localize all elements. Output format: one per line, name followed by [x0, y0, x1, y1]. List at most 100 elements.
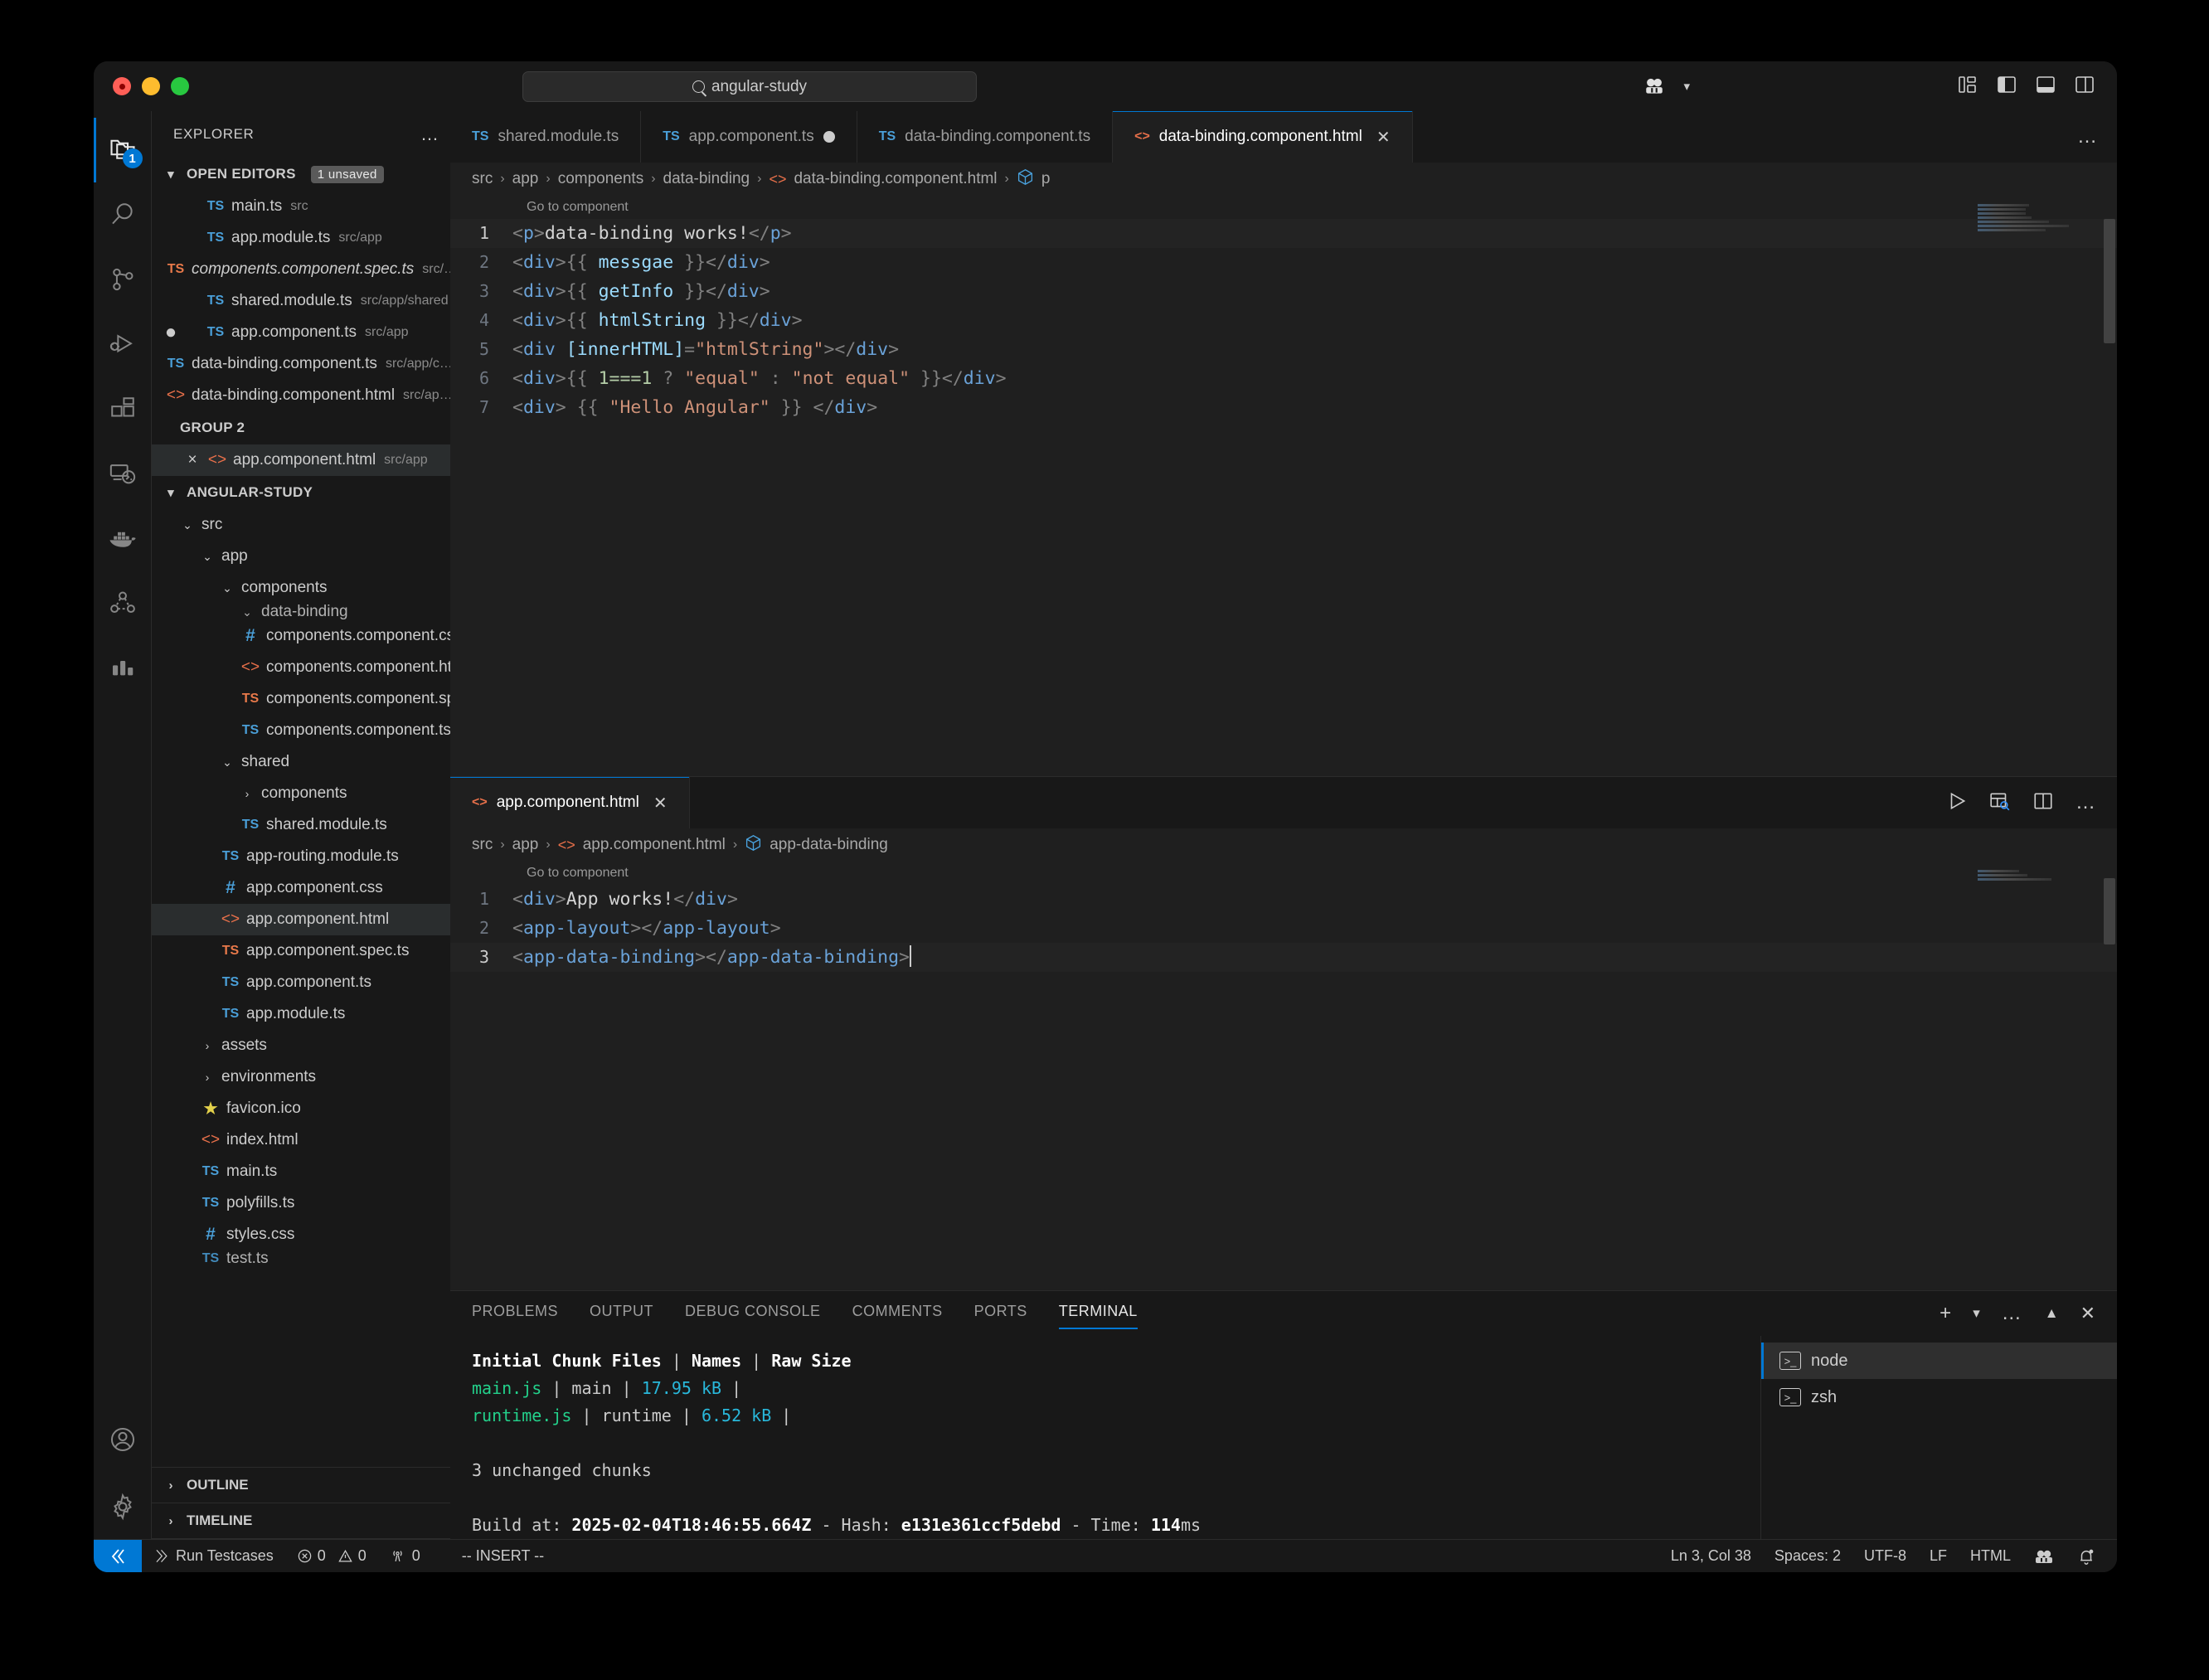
tree-folder-item[interactable]: › assets [152, 1030, 450, 1061]
tab-comments[interactable]: COMMENTS [852, 1291, 943, 1336]
breadcrumb-item[interactable]: app [512, 170, 539, 188]
breadcrumb-item[interactable]: src [472, 170, 493, 188]
split-editor-icon[interactable] [2032, 790, 2054, 816]
status-notifications[interactable] [2066, 1547, 2117, 1566]
maximize-window-button[interactable] [171, 77, 189, 95]
code-editor-1[interactable]: Go to component 1 <p>data-binding works!<… [450, 196, 2117, 776]
terminal-list-item[interactable]: >_ node [1761, 1343, 2117, 1379]
sidebar-item-run-and-debug[interactable] [94, 312, 152, 376]
status-indentation[interactable]: Spaces: 2 [1763, 1547, 1852, 1565]
tree-file-item[interactable]: TS app.component.ts [152, 967, 450, 998]
tree-file-item[interactable]: # app.component.css [152, 872, 450, 904]
minimize-window-button[interactable] [142, 77, 160, 95]
toggle-secondary-sidebar-icon[interactable] [2074, 75, 2095, 98]
status-eol[interactable]: LF [1918, 1547, 1959, 1565]
editor-tab[interactable]: <> app.component.html ✕ [450, 777, 690, 828]
list-item[interactable]: TS main.ts src [152, 191, 450, 222]
tab-debug-console[interactable]: DEBUG CONSOLE [685, 1291, 821, 1336]
status-run-testcases[interactable]: Run Testcases [142, 1547, 285, 1565]
sidebar-item-accounts[interactable] [94, 1410, 152, 1474]
tree-file-item[interactable]: ★ favicon.ico [152, 1093, 450, 1124]
sidebar-item-settings[interactable] [94, 1474, 152, 1539]
tree-file-item[interactable]: <> app.component.html [152, 904, 450, 935]
breadcrumb-item[interactable]: app [512, 836, 539, 854]
breadcrumb-item[interactable]: src [472, 836, 493, 854]
terminal-output[interactable]: Initial Chunk Files | Names | Raw Size ma… [450, 1336, 1760, 1539]
toggle-panel-icon[interactable] [2035, 75, 2056, 98]
status-problems[interactable]: 0 0 [285, 1547, 378, 1565]
close-icon[interactable]: ✕ [653, 793, 668, 813]
sidebar-section-outline[interactable]: › OUTLINE [152, 1468, 450, 1503]
breadcrumb-item[interactable]: components [558, 170, 644, 188]
editor-tab[interactable]: TS data-binding.component.ts [857, 111, 1114, 163]
editor-scrollbar-1[interactable] [2104, 219, 2115, 343]
sidebar-section-timeline[interactable]: › TIMELINE [152, 1503, 450, 1539]
sidebar-item-docker[interactable] [94, 506, 152, 571]
close-editor-icon[interactable]: × [182, 451, 203, 469]
codelens-2[interactable]: Go to component [450, 862, 2117, 885]
chevron-down-icon[interactable]: ▾ [1973, 1305, 1980, 1322]
sidebar-more-actions-icon[interactable]: … [420, 124, 440, 145]
sidebar-item-search[interactable] [94, 182, 152, 247]
sidebar-item-charts[interactable] [94, 635, 152, 700]
list-item[interactable]: TS app.module.ts src/app [152, 222, 450, 254]
tree-folder-item[interactable]: ⌄ shared [152, 746, 450, 778]
open-preview-icon[interactable] [1989, 790, 2011, 816]
sidebar-item-source-control[interactable] [94, 247, 152, 312]
sidebar-item-explorer[interactable]: 1 [94, 118, 152, 182]
toggle-primary-sidebar-icon[interactable] [1996, 75, 2017, 98]
status-language-mode[interactable]: HTML [1959, 1547, 2022, 1565]
tree-file-item[interactable]: <> components.component.html [152, 652, 450, 683]
tree-file-item[interactable]: TS components.component.spec.ts [152, 683, 450, 715]
customize-layout-icon[interactable] [1957, 75, 1978, 98]
close-panel-icon[interactable]: ✕ [2080, 1303, 2095, 1324]
codelens-1[interactable]: Go to component [450, 196, 2117, 219]
sidebar-item-dependency-graph[interactable] [94, 571, 152, 635]
more-actions-icon[interactable]: … [2002, 1302, 2023, 1325]
status-cursor-position[interactable]: Ln 3, Col 38 [1659, 1547, 1763, 1565]
tree-file-item[interactable]: TS polyfills.ts [152, 1187, 450, 1219]
run-icon[interactable] [1946, 790, 1968, 816]
close-window-button[interactable] [113, 77, 131, 95]
breadcrumb-item[interactable]: data-binding.component.html [794, 170, 997, 188]
tree-file-item[interactable]: TS shared.module.ts [152, 809, 450, 841]
list-item[interactable]: ● TS app.component.ts src/app [152, 317, 450, 348]
tree-folder-item[interactable]: › environments [152, 1061, 450, 1093]
list-item[interactable]: TS components.component.spec.ts src/… [152, 254, 450, 285]
editor-tab[interactable]: TS app.component.ts [641, 111, 857, 163]
tree-file-item[interactable]: TS app.component.spec.ts [152, 935, 450, 967]
breadcrumb-item[interactable]: data-binding [663, 170, 750, 188]
workspace-header[interactable]: ▾ ANGULAR-STUDY [152, 476, 450, 509]
maximize-panel-icon[interactable]: ▲ [2045, 1305, 2059, 1322]
tree-file-item[interactable]: TS components.component.ts [152, 715, 450, 746]
command-center-search[interactable]: angular-study [522, 71, 977, 102]
editor-tabbar-more-icon[interactable]: … [2077, 111, 2117, 163]
remote-window-indicator[interactable] [94, 1539, 142, 1572]
editor-scrollbar-2[interactable] [2104, 878, 2115, 944]
minimap-1[interactable] [1978, 204, 2102, 233]
tree-file-item[interactable]: TS app.module.ts [152, 998, 450, 1030]
code-editor-2[interactable]: Go to component 1 <div>App works!</div> 2 <… [450, 862, 2117, 1290]
tree-file-item[interactable]: <> index.html [152, 1124, 450, 1156]
open-editors-header[interactable]: ▾ OPEN EDITORS 1 unsaved [152, 158, 450, 191]
list-item[interactable]: × <> app.component.html src/app [152, 444, 450, 476]
tab-terminal[interactable]: TERMINAL [1058, 1291, 1138, 1336]
breadcrumb-item[interactable]: app-data-binding [770, 836, 888, 854]
status-copilot[interactable] [2022, 1547, 2066, 1566]
tab-problems[interactable]: PROBLEMS [472, 1291, 558, 1336]
accounts-icon[interactable] [1643, 75, 1665, 97]
tree-folder-item[interactable]: ⌄ data-binding [152, 604, 450, 620]
tree-folder-item[interactable]: ⌄ app [152, 541, 450, 572]
breadcrumb-item[interactable]: app.component.html [583, 836, 726, 854]
editor-tab[interactable]: <> data-binding.component.html ✕ [1113, 111, 1413, 163]
tree-folder-item[interactable]: ⌄ components [152, 572, 450, 604]
more-actions-icon[interactable]: … [2075, 791, 2097, 814]
terminal-list-item[interactable]: >_ zsh [1761, 1379, 2117, 1415]
tree-file-item[interactable]: TS test.ts [152, 1250, 450, 1267]
list-item[interactable]: TS data-binding.component.ts src/app/c… [152, 348, 450, 380]
sidebar-item-remote-explorer[interactable] [94, 441, 152, 506]
tree-folder-item[interactable]: ⌄ src [152, 509, 450, 541]
tree-file-item[interactable]: # components.component.css [152, 620, 450, 652]
chevron-down-icon[interactable]: ▾ [1683, 79, 1690, 94]
add-terminal-icon[interactable]: + [1940, 1302, 1951, 1325]
